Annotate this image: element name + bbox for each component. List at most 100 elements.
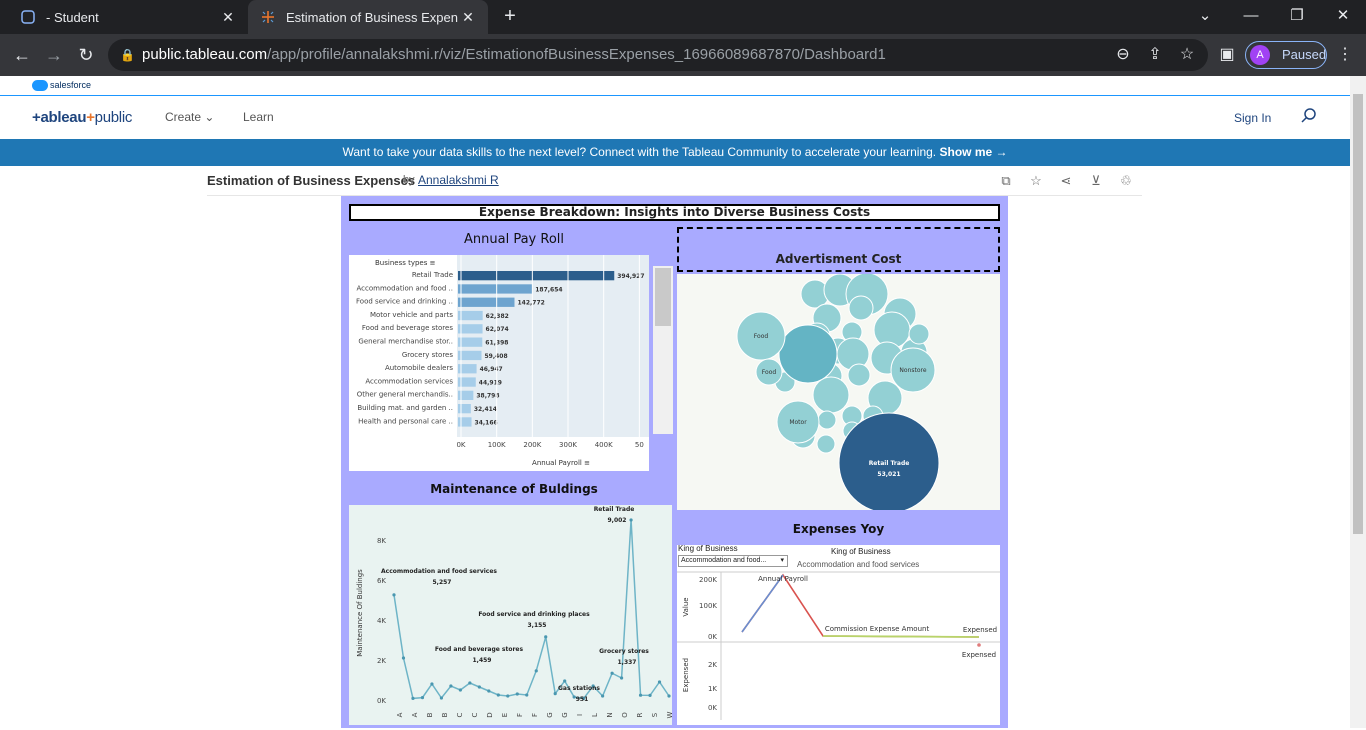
tab-student[interactable]: - Student ✕: [8, 0, 248, 34]
x-tick-label: O: [621, 712, 629, 718]
data-point: [977, 643, 981, 647]
sign-in-link[interactable]: Sign In: [1234, 111, 1271, 125]
x-tick-label: E: [501, 713, 509, 717]
bubble: [848, 295, 874, 321]
nav-learn[interactable]: Learn: [243, 110, 274, 124]
tab-tableau[interactable]: Estimation of Business Expenses ✕: [248, 0, 488, 34]
payroll-panel: Business types ≡ Retail Trade 394,927 Accom…: [349, 255, 649, 471]
category-label: Retail Trade: [412, 271, 453, 279]
bar-value-label: 46,947: [480, 366, 503, 373]
tab-label: - Student: [46, 9, 99, 25]
favorite-star-icon[interactable]: ☆: [1027, 173, 1045, 191]
page-scrollbar[interactable]: [1350, 76, 1366, 728]
show-me-link[interactable]: Show me →: [939, 145, 1007, 159]
bubble-label: Food: [754, 333, 769, 340]
share-icon[interactable]: ⇪: [1142, 42, 1168, 68]
lock-icon: 🔒: [120, 48, 135, 62]
forward-icon[interactable]: →: [41, 42, 67, 68]
tableau-public-logo[interactable]: +ableau+public: [32, 109, 132, 126]
x-tick-label: A: [396, 712, 404, 717]
y-tick-label: 4K: [377, 617, 386, 625]
maintenance-line-chart: 0K 2K 4K 6K 8K Maintenance Of Buldings A A B B C C D…: [356, 506, 674, 718]
annotation-name: Accommodation and food services: [381, 568, 497, 575]
copy-icon[interactable]: ⧉: [997, 173, 1015, 191]
category-label: General merchandise stor..: [358, 338, 453, 346]
bookmark-star-icon[interactable]: ☆: [1174, 42, 1200, 68]
download-icon[interactable]: ⊻: [1087, 173, 1105, 191]
payroll-bar: [458, 337, 483, 347]
data-point: [657, 680, 662, 684]
address-bar[interactable]: 🔒 public.tableau.com/app/profile/annalak…: [108, 39, 1208, 71]
ad-panel: Retail Trade 53,021 Food Food Nonstore Motor: [677, 272, 1000, 514]
bar-value-label: 59,408: [485, 353, 508, 360]
x-tick-label: 200K: [523, 441, 541, 449]
y-tick-label: 200K: [699, 576, 717, 584]
data-point: [515, 692, 519, 696]
data-point: [525, 693, 529, 697]
category-label: Food and beverage stores: [362, 324, 453, 332]
annotation-name: Grocery stores: [599, 648, 649, 655]
y-axis-label: Value: [682, 597, 690, 616]
profile-button[interactable]: A Paused: [1245, 41, 1327, 69]
close-window-icon[interactable]: ✕: [1320, 0, 1366, 32]
payroll-bar: [458, 350, 482, 361]
bar-value-label: 62,382: [486, 313, 509, 320]
row-header: Business types ≡: [375, 259, 436, 267]
data-point: [619, 676, 624, 680]
annotation-value: 3,155: [528, 622, 547, 629]
data-point: [667, 694, 671, 698]
share-icon[interactable]: ⋖: [1057, 173, 1075, 191]
y-tick-label: 0K: [377, 697, 386, 705]
scrollbar-thumb[interactable]: [1353, 94, 1363, 534]
x-tick-label: 50: [635, 441, 644, 449]
bubble-label: Retail Trade: [869, 460, 910, 467]
author-link[interactable]: Annalakshmi R: [418, 173, 499, 187]
tab-search-icon[interactable]: ⌄: [1182, 0, 1228, 32]
yoy-label: Annual Payroll: [758, 575, 808, 583]
bar-value-label: 32,414: [474, 406, 497, 413]
back-icon[interactable]: ←: [9, 42, 35, 68]
bar-value-label: 187,654: [535, 286, 562, 293]
menu-icon[interactable]: ⋮: [1332, 42, 1358, 68]
banner-text: Want to take your data skills to the nex…: [342, 145, 937, 159]
yoy-panel: King of Business Accommodation and food.…: [677, 544, 1000, 725]
restore-icon[interactable]: ❐: [1274, 0, 1320, 32]
nav-create[interactable]: Create ⌄: [165, 110, 214, 124]
yoy-line-3: [822, 635, 980, 638]
annotation-value: 9,002: [608, 517, 627, 524]
data-point: [506, 694, 510, 698]
y-tick-label: 6K: [377, 577, 386, 585]
bubble: [817, 410, 837, 430]
x-tick-label: R: [636, 712, 644, 717]
category-label: Building mat. and garden ..: [357, 404, 453, 412]
tab-favicon-icon: [21, 10, 35, 24]
zoom-icon[interactable]: ⊖: [1110, 42, 1136, 68]
x-tick-label: N: [606, 712, 614, 717]
salesforce-label: salesforce: [50, 80, 92, 90]
dashboard: Expense Breakdown: Insights into Diverse…: [341, 196, 1008, 728]
bar-value-label: 394,927: [617, 273, 644, 280]
data-point: [648, 693, 652, 697]
x-tick-label: C: [471, 712, 479, 717]
scrollbar-thumb[interactable]: [655, 268, 671, 326]
x-tick-label: C: [456, 712, 464, 717]
tab-label: Estimation of Business Expenses: [286, 9, 458, 25]
bubble: [908, 323, 930, 345]
category-label: Automobile dealers: [385, 364, 453, 372]
salesforce-bar: salesforce: [0, 76, 1350, 96]
category-label: Accommodation services: [365, 377, 453, 385]
search-icon[interactable]: [1300, 107, 1318, 125]
payroll-title: Annual Pay Roll: [464, 232, 564, 247]
category-label: Grocery stores: [402, 351, 454, 359]
close-tab-icon[interactable]: ✕: [218, 9, 238, 26]
close-tab-icon[interactable]: ✕: [458, 9, 478, 26]
new-tab-icon[interactable]: +: [498, 4, 522, 28]
badge-icon[interactable]: ♲: [1117, 173, 1135, 191]
logo-plus: +: [86, 109, 95, 126]
minimize-icon[interactable]: —: [1228, 0, 1274, 32]
yoy-line-2: [741, 574, 784, 633]
reload-icon[interactable]: ↻: [73, 42, 99, 68]
yoy-label: Commission Expense Amount: [825, 625, 930, 633]
payroll-scrollbar[interactable]: [653, 266, 673, 434]
side-panel-icon[interactable]: ▣: [1214, 42, 1240, 68]
